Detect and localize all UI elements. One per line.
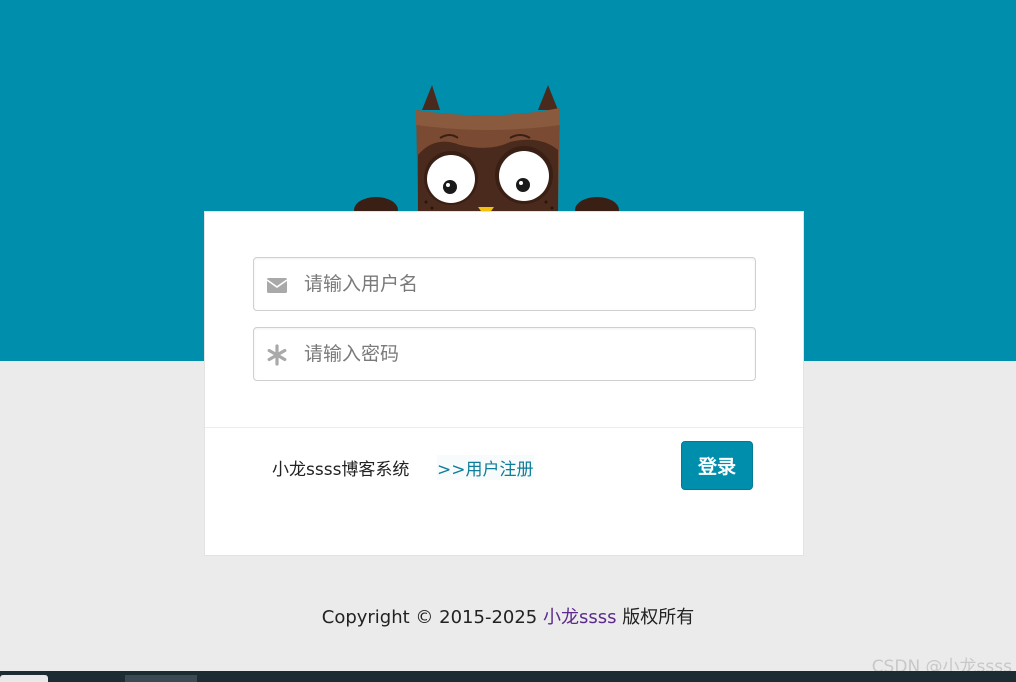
divider bbox=[205, 427, 803, 428]
taskbar-tab[interactable] bbox=[0, 675, 48, 682]
username-field[interactable] bbox=[253, 257, 756, 311]
password-input[interactable] bbox=[304, 328, 744, 380]
owner-link[interactable]: 小龙ssss bbox=[543, 607, 617, 628]
login-card: 小龙ssss博客系统 >>用户注册 登录 bbox=[204, 211, 804, 556]
site-name: 小龙ssss博客系统 bbox=[272, 460, 410, 480]
copyright-rights: 版权所有 bbox=[616, 607, 695, 628]
login-page: 小龙ssss博客系统 >>用户注册 登录 Copyright © 2015-20… bbox=[0, 0, 1016, 682]
login-button[interactable]: 登录 bbox=[681, 441, 753, 490]
register-link[interactable]: >>用户注册 bbox=[437, 455, 534, 480]
owl-mascot-icon bbox=[354, 85, 619, 223]
taskbar-item[interactable] bbox=[125, 675, 197, 682]
password-field[interactable] bbox=[253, 327, 756, 381]
asterisk-icon bbox=[267, 344, 287, 366]
envelope-icon bbox=[266, 278, 288, 293]
taskbar bbox=[0, 671, 1016, 682]
copyright: Copyright © 2015-2025 小龙ssss 版权所有 bbox=[0, 603, 1016, 629]
copyright-prefix: Copyright © 2015-2025 bbox=[321, 607, 543, 628]
username-input[interactable] bbox=[304, 258, 744, 310]
